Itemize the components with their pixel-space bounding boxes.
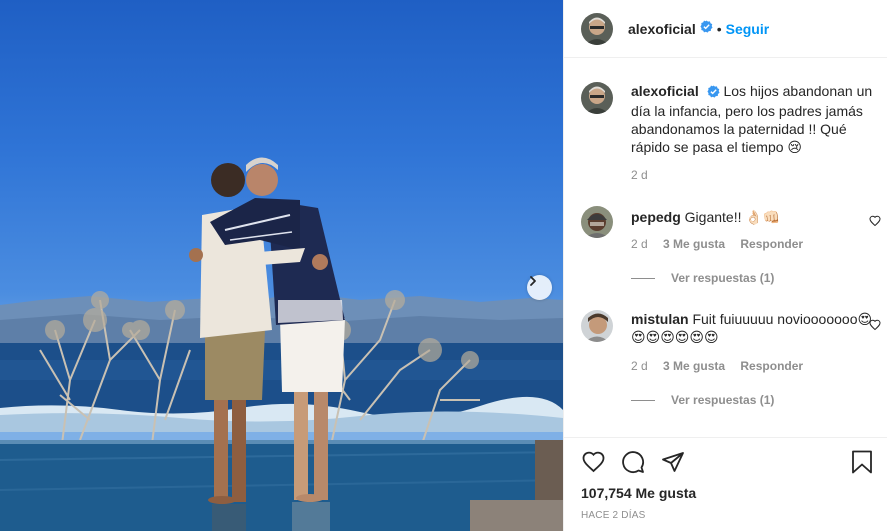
comment-time[interactable]: 2 d — [631, 237, 648, 251]
caption-meta: 2 d — [631, 168, 660, 182]
caption-username[interactable]: alexoficial — [631, 83, 699, 99]
verified-badge-icon — [707, 84, 720, 102]
caption-text-block: alexoficial Los hijos abandonan un día l… — [631, 82, 876, 156]
comment-likes[interactable]: 3 Me gusta — [663, 359, 725, 373]
caption-avatar[interactable] — [581, 82, 613, 114]
comment-likes[interactable]: 3 Me gusta — [663, 237, 725, 251]
heart-icon[interactable] — [581, 450, 606, 474]
author-avatar[interactable] — [581, 12, 613, 45]
comment-meta: 2 d 3 Me gusta Responder — [631, 237, 815, 251]
header-separator: • — [716, 20, 722, 37]
post-footer: 107,754 Me gusta HACE 2 DÍAS — [564, 437, 887, 531]
heart-icon[interactable] — [869, 215, 881, 227]
caption-time[interactable]: 2 d — [631, 168, 648, 182]
comment-icon[interactable] — [621, 450, 645, 474]
comments-list[interactable]: alexoficial Los hijos abandonan un día l… — [564, 59, 887, 437]
comment-username[interactable]: mistulan — [631, 311, 689, 327]
verified-badge-icon — [700, 19, 713, 38]
likes-count[interactable]: 107,754 Me gusta — [581, 485, 696, 501]
reply-button[interactable]: Responder — [740, 237, 803, 251]
view-replies-button[interactable]: Ver respuestas (1) — [631, 393, 774, 407]
comment-text-block: mistulan Fuit fuiuuuuu noviooooooo😍😍😍😍😍😍… — [631, 310, 876, 346]
follow-button[interactable]: Seguir — [726, 21, 770, 37]
chevron-right-icon — [530, 276, 536, 286]
author-username[interactable]: alexoficial — [628, 21, 696, 37]
view-replies-button[interactable]: Ver respuestas (1) — [631, 271, 774, 285]
comment-text-block: pepedg Gigante!! 👌🏻👊🏻 — [631, 208, 876, 226]
next-photo-button[interactable] — [527, 275, 552, 300]
heart-icon[interactable] — [869, 319, 881, 331]
caption: alexoficial Los hijos abandonan un día l… — [581, 82, 881, 192]
view-replies-label: Ver respuestas (1) — [671, 271, 775, 285]
comment-meta: 2 d 3 Me gusta Responder — [631, 359, 815, 373]
view-replies-label: Ver respuestas (1) — [671, 393, 775, 407]
comment-text: Gigante!! 👌🏻👊🏻 — [684, 209, 781, 225]
comment-avatar[interactable] — [581, 310, 613, 342]
post-header: alexoficial • Seguir — [564, 0, 887, 58]
post-photo[interactable] — [0, 0, 563, 531]
comment-time[interactable]: 2 d — [631, 359, 648, 373]
comment: mistulan Fuit fuiuuuuu noviooooooo😍😍😍😍😍😍… — [581, 310, 881, 415]
photo-scene — [0, 157, 563, 531]
post-time-ago[interactable]: HACE 2 DÍAS — [581, 510, 645, 521]
post-sidebar: alexoficial • Seguir alexoficial Los hij… — [563, 0, 887, 531]
comment: pepedg Gigante!! 👌🏻👊🏻 2 d 3 Me gusta Res… — [581, 206, 881, 296]
replies-divider — [631, 399, 655, 401]
bookmark-icon[interactable] — [851, 450, 873, 474]
reply-button[interactable]: Responder — [740, 359, 803, 373]
comment-username[interactable]: pepedg — [631, 209, 681, 225]
share-icon[interactable] — [661, 450, 685, 474]
comment-avatar[interactable] — [581, 206, 613, 238]
replies-divider — [631, 277, 655, 279]
action-bar — [581, 450, 873, 476]
